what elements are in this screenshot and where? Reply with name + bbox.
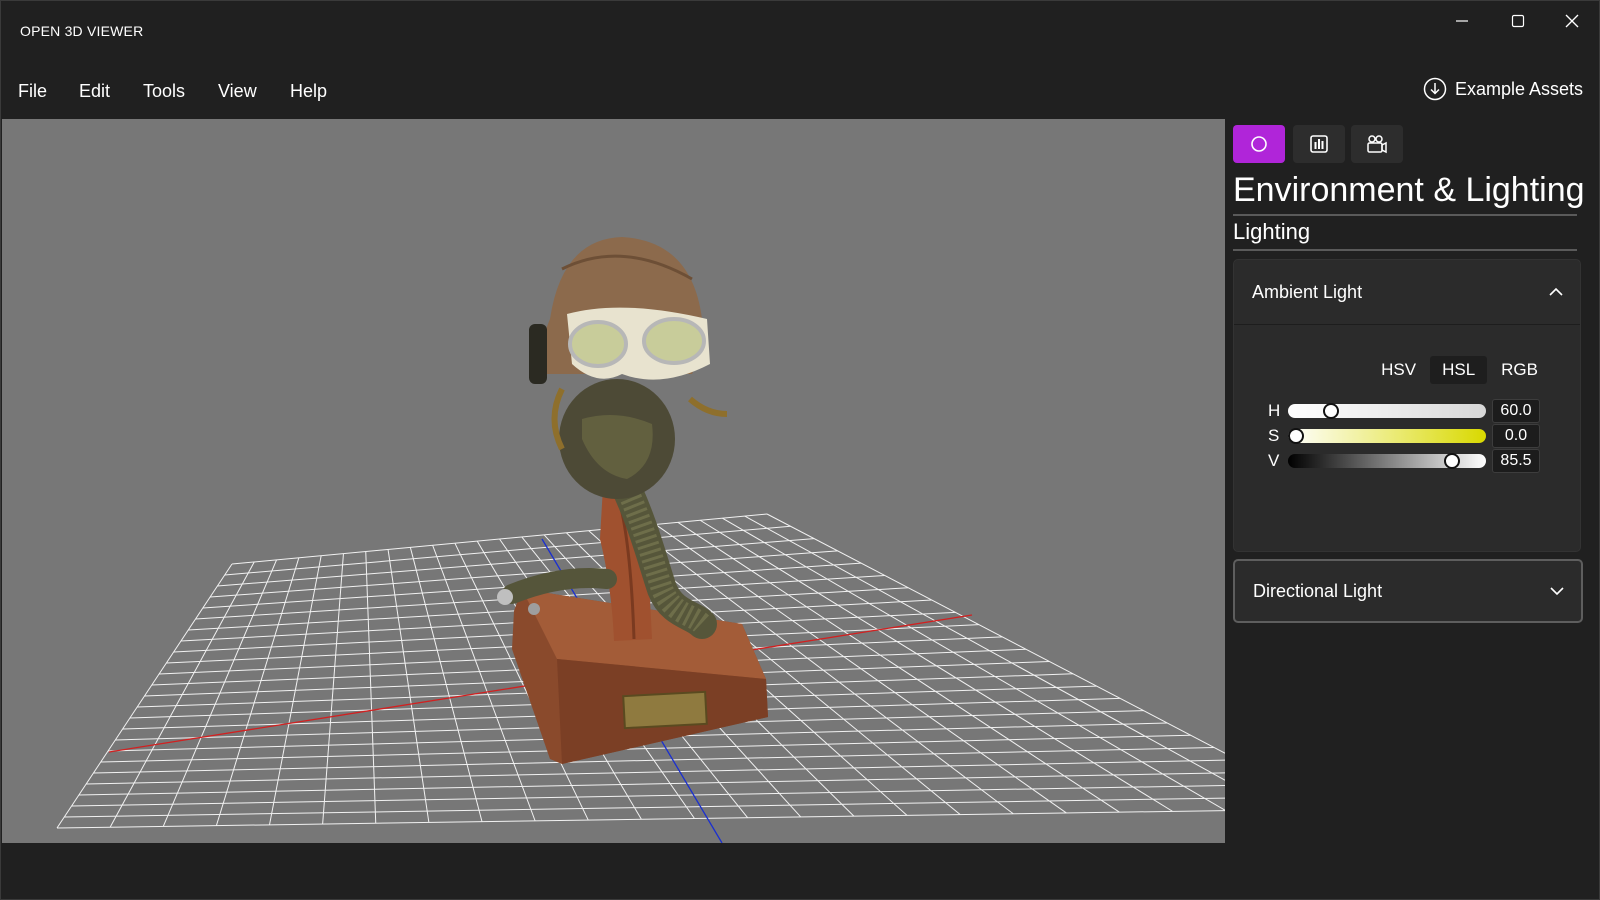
minimize-button[interactable] [1434, 1, 1490, 41]
directional-light-expander[interactable]: Directional Light [1233, 559, 1583, 623]
slider-label-s: S [1268, 426, 1280, 445]
menu-help[interactable]: Help [290, 79, 327, 104]
example-assets-button[interactable]: Example Assets [1423, 77, 1583, 101]
side-panel: Environment & Lighting Lighting Ambient … [1227, 119, 1599, 899]
expander-divider [1234, 324, 1580, 325]
slider-label-h: H [1268, 401, 1281, 420]
close-button[interactable] [1544, 1, 1600, 41]
panel-title: Environment & Lighting [1233, 171, 1585, 216]
tab-stats[interactable] [1293, 125, 1345, 163]
minimize-icon [1456, 20, 1468, 22]
status-bar [1, 843, 1227, 899]
app-window: OPEN 3D VIEWER File Edit Tools View Help… [0, 0, 1600, 900]
ambient-light-label: Ambient Light [1252, 282, 1363, 302]
ambient-light-expander: Ambient Light HSV HSL RGB H 60.0 S 0.0 V… [1233, 259, 1581, 552]
example-assets-label: Example Assets [1454, 78, 1583, 99]
maximize-button[interactable] [1490, 1, 1546, 41]
stats-icon [1310, 135, 1328, 153]
mode-rgb-button[interactable]: RGB [1489, 356, 1550, 384]
slider-label-v: V [1268, 451, 1280, 470]
slider-row-h: H 60.0 [1268, 399, 1548, 423]
menu-file[interactable]: File [18, 79, 47, 104]
saturation-slider[interactable] [1288, 428, 1486, 444]
mode-hsl-button[interactable]: HSL [1430, 356, 1488, 384]
color-mode-selector: HSV HSL RGB [1369, 356, 1550, 384]
slider-row-v: V 85.5 [1268, 449, 1548, 473]
model-pilot-helmet [497, 237, 768, 764]
hue-slider[interactable] [1288, 403, 1486, 419]
chevron-down-icon [1550, 587, 1564, 596]
3d-viewport[interactable] [2, 119, 1225, 843]
hue-slider-thumb[interactable] [1322, 403, 1339, 419]
menu-view[interactable]: View [218, 79, 257, 104]
value-slider[interactable] [1288, 453, 1486, 469]
download-circle-icon [1423, 77, 1447, 101]
menu-edit[interactable]: Edit [79, 79, 110, 104]
menu-bar: File Edit Tools View Help Example Assets [1, 69, 1599, 113]
value-value-field[interactable]: 85.5 [1492, 449, 1540, 473]
maximize-icon [1511, 14, 1525, 28]
mode-hsv-button[interactable]: HSV [1369, 356, 1428, 384]
hue-value-field[interactable]: 60.0 [1492, 399, 1540, 423]
chevron-up-icon [1549, 287, 1563, 296]
value-slider-thumb[interactable] [1443, 453, 1460, 469]
environment-icon [1251, 136, 1267, 152]
camera-icon [1367, 135, 1387, 154]
app-title: OPEN 3D VIEWER [20, 23, 144, 39]
directional-light-label: Directional Light [1253, 581, 1383, 601]
saturation-slider-thumb[interactable] [1288, 428, 1304, 444]
saturation-value-field[interactable]: 0.0 [1492, 424, 1540, 448]
tab-camera[interactable] [1351, 125, 1403, 163]
menu-tools[interactable]: Tools [143, 79, 185, 104]
slider-row-s: S 0.0 [1268, 424, 1548, 448]
section-title-lighting: Lighting [1233, 219, 1577, 251]
ambient-light-header[interactable]: Ambient Light [1234, 260, 1580, 324]
title-bar: OPEN 3D VIEWER [1, 1, 1599, 59]
tab-environment[interactable] [1233, 125, 1285, 163]
close-icon [1565, 14, 1579, 28]
